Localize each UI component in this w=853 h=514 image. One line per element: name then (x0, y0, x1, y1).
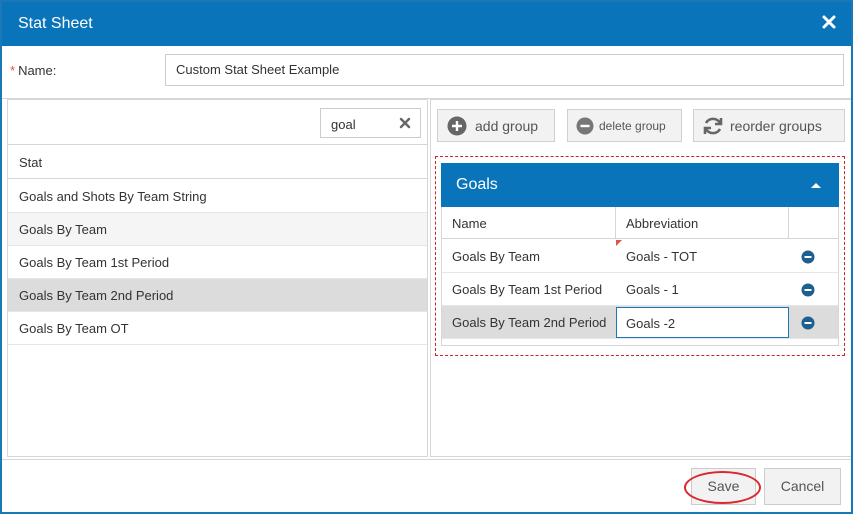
search-input[interactable]: goal (320, 108, 421, 138)
name-row: * Name: Custom Stat Sheet Example (2, 46, 851, 99)
plus-circle-icon (447, 116, 467, 136)
list-item[interactable]: Goals By Team (8, 213, 427, 246)
column-header-abbreviation[interactable]: Abbreviation (616, 207, 789, 239)
remove-row-icon[interactable] (801, 316, 815, 330)
search-area: goal (8, 100, 427, 145)
dialog-footer: Save Cancel (2, 459, 851, 512)
required-marker: * (10, 63, 16, 78)
delete-group-label: delete group (599, 119, 666, 133)
column-header-name[interactable]: Name (442, 207, 616, 239)
remove-row-icon[interactable] (801, 250, 815, 264)
name-input[interactable]: Custom Stat Sheet Example (165, 54, 844, 86)
name-label: * Name: (10, 63, 56, 78)
row-abbreviation[interactable]: Goals - 1 (626, 282, 679, 297)
dialog-title: Stat Sheet (18, 15, 93, 32)
group-title: Goals (456, 176, 498, 193)
table-row-selected[interactable]: Goals By Team 2nd Period Goals -2 (442, 306, 838, 339)
row-abbreviation[interactable]: Goals - TOT (626, 249, 697, 264)
column-header-name-label: Name (452, 216, 487, 231)
column-header-actions (789, 207, 838, 239)
group-header[interactable]: Goals (441, 163, 839, 207)
edit-flag-icon (616, 240, 622, 246)
close-icon[interactable] (821, 14, 837, 30)
cancel-button[interactable]: Cancel (764, 468, 841, 505)
add-group-button[interactable]: add group (437, 109, 555, 142)
clear-icon[interactable] (399, 117, 411, 129)
table-row[interactable]: Goals By Team 1st Period Goals - 1 (442, 273, 838, 306)
search-value: goal (331, 117, 356, 132)
list-item[interactable]: Goals By Team 1st Period (8, 246, 427, 279)
row-name: Goals By Team 2nd Period (452, 315, 607, 330)
abbreviation-input[interactable]: Goals -2 (616, 307, 789, 338)
stat-list-pane: goal Stat Goals and Shots By Team String… (7, 99, 428, 457)
reorder-groups-button[interactable]: reorder groups (693, 109, 845, 142)
save-button[interactable]: Save (691, 468, 756, 505)
stat-column-header[interactable]: Stat (8, 145, 427, 179)
name-label-text: Name: (18, 63, 57, 78)
groups-pane: add group delete group reorder groups Go… (430, 99, 851, 457)
row-name: Goals By Team 1st Period (452, 282, 603, 297)
stat-list: Goals and Shots By Team String Goals By … (8, 180, 427, 345)
row-name: Goals By Team (452, 249, 540, 264)
add-group-label: add group (475, 118, 539, 134)
column-header-abbreviation-label: Abbreviation (626, 216, 699, 231)
stat-header-label: Stat (19, 155, 43, 170)
abbreviation-input-value: Goals -2 (626, 316, 676, 331)
collapse-caret-icon[interactable] (811, 183, 821, 188)
group-drop-zone: Goals Name Abbreviation Goals By Team Go… (435, 156, 845, 356)
remove-row-icon[interactable] (801, 283, 815, 297)
refresh-icon (703, 117, 723, 135)
dialog-titlebar: Stat Sheet (2, 2, 851, 46)
list-item[interactable]: Goals By Team OT (8, 312, 427, 345)
group-table: Name Abbreviation Goals By Team Goals - … (441, 207, 839, 346)
delete-group-button[interactable]: delete group (567, 109, 682, 142)
list-item[interactable]: Goals and Shots By Team String (8, 180, 427, 213)
minus-circle-icon (576, 117, 594, 135)
reorder-groups-label: reorder groups (730, 118, 822, 134)
table-row[interactable]: Goals By Team Goals - TOT (442, 240, 838, 273)
stat-sheet-dialog: Stat Sheet * Name: Custom Stat Sheet Exam… (0, 0, 853, 514)
list-item-selected[interactable]: Goals By Team 2nd Period (8, 279, 427, 312)
